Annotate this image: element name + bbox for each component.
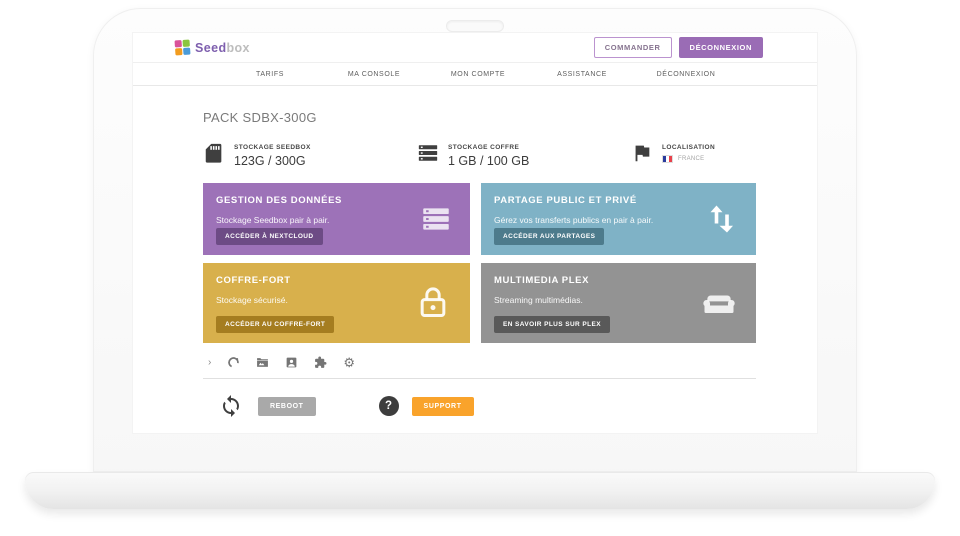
stats-row: STOCKAGE SEEDBOX 123G / 300G STOCKAGE CO… bbox=[203, 142, 763, 168]
media-folder-icon[interactable] bbox=[256, 356, 269, 369]
page: Seedbox COMMANDER DÉCONNEXION TARIFS MA … bbox=[0, 0, 960, 536]
nav-item-tarifs[interactable]: TARIFS bbox=[218, 71, 322, 78]
chevron-right-icon[interactable]: › bbox=[208, 357, 211, 368]
page-title: PACK SDBX-300G bbox=[203, 110, 317, 125]
card-gestion-des-donnees: GESTION DES DONNÉES Stockage Seedbox pai… bbox=[203, 183, 470, 255]
nav-item-deconnexion[interactable]: DÉCONNEXION bbox=[634, 71, 738, 78]
extension-icon[interactable] bbox=[314, 356, 327, 369]
france-flag-icon bbox=[662, 155, 673, 163]
stat-value: 123G / 300G bbox=[234, 154, 306, 168]
storage-icon bbox=[418, 145, 438, 161]
storage-stack-icon bbox=[423, 208, 449, 230]
stat-label: STOCKAGE SEEDBOX bbox=[234, 144, 311, 151]
actions-row: REBOOT ? SUPPORT bbox=[203, 394, 817, 418]
settings-gear-icon[interactable]: ⚙ bbox=[343, 356, 355, 369]
support-button[interactable]: SUPPORT bbox=[411, 396, 474, 416]
seedbox-logo-text: Seedbox bbox=[195, 40, 250, 55]
deconnexion-button[interactable]: DÉCONNEXION bbox=[678, 37, 763, 58]
nav-item-mon-compte[interactable]: MON COMPTE bbox=[426, 71, 530, 78]
feature-cards: GESTION DES DONNÉES Stockage Seedbox pai… bbox=[203, 183, 756, 343]
lock-icon bbox=[420, 287, 446, 317]
acceder-nextcloud-button[interactable]: ACCÉDER À NEXTCLOUD bbox=[216, 228, 323, 245]
seedbox-logo-icon bbox=[174, 39, 191, 56]
nav-item-assistance[interactable]: ASSISTANCE bbox=[530, 71, 634, 78]
commander-button[interactable]: COMMANDER bbox=[593, 37, 672, 58]
stat-stockage-seedbox: STOCKAGE SEEDBOX 123G / 300G bbox=[203, 142, 417, 168]
reboot-sync-icon[interactable] bbox=[219, 394, 243, 418]
data-usage-icon[interactable] bbox=[227, 356, 240, 369]
card-multimedia-plex: MULTIMEDIA PLEX Streaming multimédias. E… bbox=[481, 263, 756, 343]
stat-localisation: LOCALISATION FRANCE bbox=[631, 142, 715, 168]
stat-country: FRANCE bbox=[678, 155, 705, 162]
couch-icon bbox=[703, 295, 735, 313]
plex-info-button[interactable]: EN SAVOIR PLUS SUR PLEX bbox=[494, 316, 610, 333]
transfer-arrows-icon bbox=[710, 205, 733, 233]
browser-screen: Seedbox COMMANDER DÉCONNEXION TARIFS MA … bbox=[133, 33, 817, 433]
quick-toolbar: › ⚙ bbox=[203, 356, 756, 369]
sd-card-icon bbox=[205, 143, 222, 163]
seedbox-logo[interactable]: Seedbox bbox=[174, 39, 250, 56]
app-header: Seedbox COMMANDER DÉCONNEXION bbox=[133, 33, 817, 63]
main-nav: TARIFS MA CONSOLE MON COMPTE ASSISTANCE … bbox=[133, 63, 817, 86]
dashboard-content: PACK SDBX-300G STOCKAGE SEEDBOX 123G / 3… bbox=[133, 110, 817, 418]
nav-item-ma-console[interactable]: MA CONSOLE bbox=[322, 71, 426, 78]
acceder-coffre-fort-button[interactable]: ACCÉDER AU COFFRE-FORT bbox=[216, 316, 335, 333]
stat-stockage-coffre: STOCKAGE COFFRE 1 GB / 100 GB bbox=[417, 142, 631, 168]
laptop-base bbox=[25, 472, 935, 509]
divider bbox=[203, 378, 756, 379]
help-icon[interactable]: ? bbox=[378, 396, 399, 416]
card-coffre-fort: COFFRE-FORT Stockage sécurisé. ACCÉDER A… bbox=[203, 263, 470, 343]
stat-label: LOCALISATION bbox=[662, 144, 716, 151]
card-partage-public-prive: PARTAGE PUBLIC ET PRIVÉ Gérez vos transf… bbox=[481, 183, 756, 255]
reboot-button[interactable]: REBOOT bbox=[258, 396, 316, 416]
acceder-partages-button[interactable]: ACCÉDER AUX PARTAGES bbox=[494, 228, 605, 245]
stat-label: STOCKAGE COFFRE bbox=[448, 144, 520, 151]
flag-icon bbox=[635, 145, 650, 162]
laptop-camera bbox=[446, 20, 504, 32]
account-box-icon[interactable] bbox=[285, 356, 298, 369]
stat-value: 1 GB / 100 GB bbox=[448, 154, 530, 168]
